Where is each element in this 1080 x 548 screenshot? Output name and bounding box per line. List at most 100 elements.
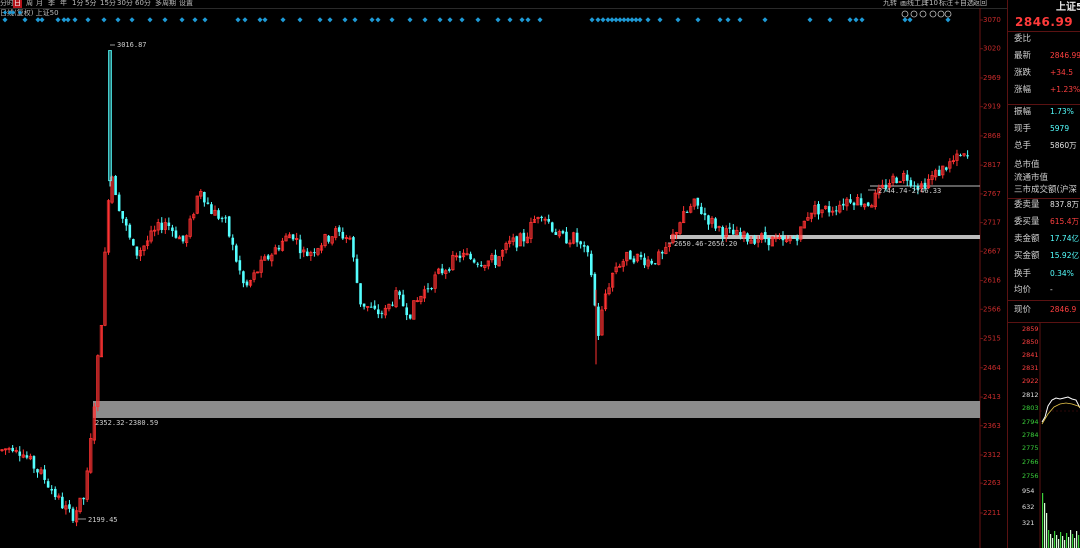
mini-tick-label: 2784: [1022, 431, 1039, 439]
candle-body-down: [661, 251, 664, 254]
quote-row-label: 换手: [1014, 269, 1032, 279]
mini-volume-bar: [1046, 513, 1048, 548]
signal-marker: [717, 17, 723, 23]
candle-body-down: [352, 237, 355, 258]
candle-body-down: [128, 224, 132, 238]
quote-row-value: +1.23%: [1050, 85, 1080, 94]
candle-body-down: [238, 260, 242, 271]
candle-body-down: [359, 283, 362, 305]
low-label: 2199.45: [88, 516, 118, 524]
quote-panel: 上证50 2846.99 委比最新 2846.99 涨跌 +34.5 涨幅 +1.23% 振…: [1007, 0, 1080, 548]
quote-row-label: 涨幅: [1014, 85, 1032, 95]
candle-body-down: [550, 222, 554, 232]
quote-row-value: 0.34%: [1050, 269, 1074, 278]
candle-body-down: [71, 508, 75, 521]
signal-marker: [2, 17, 8, 23]
candle-body-down: [306, 251, 309, 256]
arrow-up-icon[interactable]: [929, 10, 937, 18]
signal-marker: [695, 17, 701, 23]
quote-row-label: 均价: [1014, 285, 1032, 295]
mini-volume-bar: [1076, 531, 1078, 548]
mini-tick-label: 321: [1022, 519, 1035, 527]
candle-body-down: [380, 312, 384, 314]
signal-marker: [437, 17, 443, 23]
signal-marker: [342, 17, 348, 23]
quote-row-label: 振幅: [1014, 107, 1032, 117]
candle-body-down: [685, 211, 689, 213]
candle-body-down: [440, 268, 444, 274]
candle-body-down: [217, 210, 220, 219]
signal-marker: [369, 17, 375, 23]
mini-price-line: [1041, 396, 1080, 423]
candle-body-down: [597, 306, 600, 336]
signal-marker: [595, 17, 601, 23]
zoom-in-icon[interactable]: [937, 10, 945, 18]
candle-body-down: [653, 263, 657, 265]
signal-marker: [902, 17, 908, 23]
signal-marker: [257, 17, 263, 23]
settings-icon[interactable]: [910, 10, 918, 18]
candle-body-down: [341, 231, 345, 239]
candle-body-down: [458, 255, 462, 258]
candle-body-down: [61, 496, 64, 509]
signal-marker: [352, 17, 358, 23]
gap-range-upper-label: 2744.74-2746.33: [878, 187, 941, 195]
candle-body-down: [852, 202, 856, 206]
candle-body-down: [739, 232, 742, 236]
signal-marker: [389, 17, 395, 23]
candle-body-down: [849, 199, 852, 203]
candle-body-down: [554, 232, 558, 235]
zoom-out-icon[interactable]: [944, 10, 952, 18]
quote-row-value: 5979: [1050, 124, 1070, 133]
kline-chart[interactable]: 3070 3020 2969 2919 2868 2817 2767 2717 2667 2616…: [0, 0, 1007, 548]
quote-row: 均价 -: [1008, 282, 1080, 298]
candle-body-down: [909, 180, 913, 186]
candle-body-down: [227, 216, 231, 237]
candle-body-down: [650, 260, 653, 264]
candle-body-down: [895, 177, 898, 184]
axis-tick-label: 2312: [983, 451, 1001, 459]
signal-marker: [85, 17, 91, 23]
signal-marker: [853, 17, 859, 23]
candle-body-down: [32, 456, 36, 469]
eye-icon[interactable]: [901, 10, 909, 18]
signal-marker: [637, 17, 643, 23]
candle-body-down: [210, 204, 213, 214]
candle-body-down: [327, 235, 330, 242]
candle-body-down: [866, 202, 870, 206]
axis-tick-label: 2413: [983, 393, 1001, 401]
quote-row-value: -: [1050, 285, 1053, 294]
candle-body-down: [714, 218, 717, 229]
quote-row-label: 现手: [1014, 124, 1032, 134]
axis-tick-label: 2868: [983, 132, 1001, 140]
candle-body-down: [905, 174, 909, 181]
signal-marker: [589, 17, 595, 23]
info-icon[interactable]: [919, 10, 927, 18]
quote-row: 涨跌 +34.5: [1008, 65, 1080, 81]
quote-row-value: 2846.99: [1050, 51, 1080, 60]
quote-row: 卖金额 17.74亿: [1008, 231, 1080, 247]
signal-marker: [495, 17, 501, 23]
candle-body-down: [842, 203, 845, 206]
signal-marker: [17, 10, 23, 15]
quote-row-label: 委卖量: [1014, 200, 1040, 210]
quote-row-label: 涨跌: [1014, 68, 1032, 78]
signal-marker: [202, 17, 208, 23]
candle-body-down: [53, 488, 57, 498]
candle-body-down: [82, 497, 85, 500]
quote-row-label: 卖金额: [1014, 234, 1040, 244]
axis-tick-label: 2817: [983, 161, 1001, 169]
candle-body-down: [792, 237, 795, 239]
mini-tick-label: 2850: [1022, 338, 1039, 346]
axis-tick-label: 2717: [983, 219, 1001, 227]
candle-body-down: [472, 259, 476, 263]
candle-body-down: [174, 230, 178, 238]
quote-row-value: 17.74亿: [1050, 234, 1079, 243]
candle-body-down: [124, 218, 128, 226]
mini-volume-bar: [1062, 536, 1064, 548]
candle-body-down: [703, 213, 707, 216]
quote-row: 最新 2846.99: [1008, 48, 1080, 64]
candle-body-down: [36, 469, 39, 473]
candle-body-down: [117, 194, 121, 211]
signal-marker: [422, 17, 428, 23]
